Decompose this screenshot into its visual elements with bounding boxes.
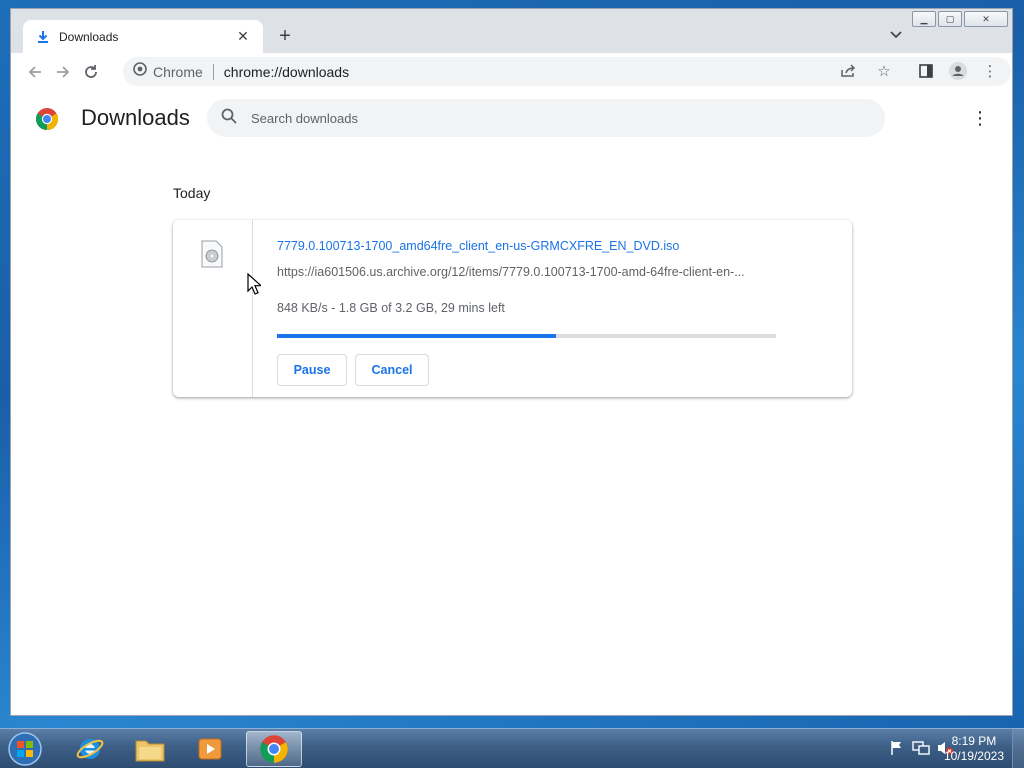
start-button[interactable] (4, 730, 46, 768)
omnibox-chrome-label: Chrome (153, 63, 203, 80)
chrome-logo-icon (36, 108, 58, 130)
tab-downloads[interactable]: Downloads ✕ (23, 20, 263, 53)
browser-window: Downloads ✕ + ▁ ▢ ✕ Chrome chrome://down… (10, 8, 1013, 716)
action-center-flag-icon[interactable] (888, 739, 906, 757)
omnibox-url[interactable]: chrome://downloads (224, 64, 349, 80)
windows-explorer-taskbar-button[interactable] (122, 731, 178, 767)
search-icon (221, 108, 237, 129)
download-progress-bar (277, 334, 776, 338)
download-source-url[interactable]: https://ia601506.us.archive.org/12/items… (277, 265, 745, 279)
bookmark-star-icon[interactable]: ☆ (870, 57, 898, 85)
download-status-text: 848 KB/s - 1.8 GB of 3.2 GB, 29 mins lef… (277, 301, 505, 315)
internet-explorer-icon (76, 739, 104, 759)
reload-button[interactable] (77, 58, 105, 86)
page-title: Downloads (81, 105, 190, 130)
maximize-button[interactable]: ▢ (938, 11, 962, 27)
downloads-header: Downloads ⋮ (11, 90, 1012, 146)
close-window-button[interactable]: ✕ (964, 11, 1008, 27)
download-file-name-link[interactable]: 7779.0.100713-1700_amd64fre_client_en-us… (277, 239, 679, 253)
tab-search-chevron-down-icon[interactable] (890, 28, 902, 42)
share-icon[interactable] (834, 57, 862, 85)
new-tab-button[interactable]: + (273, 24, 297, 48)
windows-logo-icon (8, 732, 42, 766)
pause-button[interactable]: Pause (277, 354, 347, 386)
tab-strip: Downloads ✕ + ▁ ▢ ✕ (11, 9, 1012, 53)
downloads-page: Downloads ⋮ Today 7779.0.100713-1700_amd… (11, 90, 1012, 715)
omnibox-separator (212, 63, 214, 80)
media-player-icon (198, 738, 222, 760)
taskbar-clock[interactable]: 8:19 PM 10/19/2023 (944, 734, 1004, 764)
internet-explorer-taskbar-button[interactable] (62, 731, 118, 767)
profile-avatar-icon[interactable] (944, 57, 972, 85)
date-section-heading: Today (173, 185, 211, 201)
chrome-site-icon (133, 62, 147, 81)
toolbar: Chrome chrome://downloads ☆ ⋮ (11, 53, 1012, 90)
show-desktop-button[interactable] (1012, 729, 1024, 768)
download-item-card: 7779.0.100713-1700_amd64fre_client_en-us… (173, 220, 852, 397)
media-player-taskbar-button[interactable] (182, 731, 238, 767)
chrome-taskbar-button[interactable] (246, 731, 302, 767)
side-panel-icon[interactable] (912, 57, 940, 85)
tab-title: Downloads (59, 29, 119, 44)
taskbar: 8:19 PM 10/19/2023 (0, 728, 1024, 768)
toolbar-actions: ☆ ⋮ (834, 57, 1004, 85)
close-tab-icon[interactable]: ✕ (235, 28, 251, 45)
download-item-icon-column (173, 220, 253, 397)
clock-time: 8:19 PM (951, 734, 997, 748)
back-button[interactable] (21, 58, 49, 86)
disc-image-file-icon (201, 240, 223, 268)
mouse-pointer-icon (247, 273, 261, 295)
windows-explorer-icon (135, 740, 165, 762)
chrome-icon (260, 735, 288, 763)
network-icon[interactable] (912, 739, 930, 757)
search-downloads-box[interactable] (207, 99, 885, 137)
download-icon (35, 29, 51, 45)
clock-date: 10/19/2023 (943, 749, 1004, 763)
downloads-more-menu-icon[interactable]: ⋮ (970, 108, 990, 128)
browser-menu-icon[interactable]: ⋮ (976, 57, 1004, 85)
search-downloads-input[interactable] (251, 110, 811, 126)
minimize-button[interactable]: ▁ (912, 11, 936, 27)
cancel-button[interactable]: Cancel (355, 354, 429, 386)
forward-button[interactable] (49, 58, 77, 86)
window-controls: ▁ ▢ ✕ (912, 11, 1008, 27)
download-progress-fill (277, 334, 557, 338)
